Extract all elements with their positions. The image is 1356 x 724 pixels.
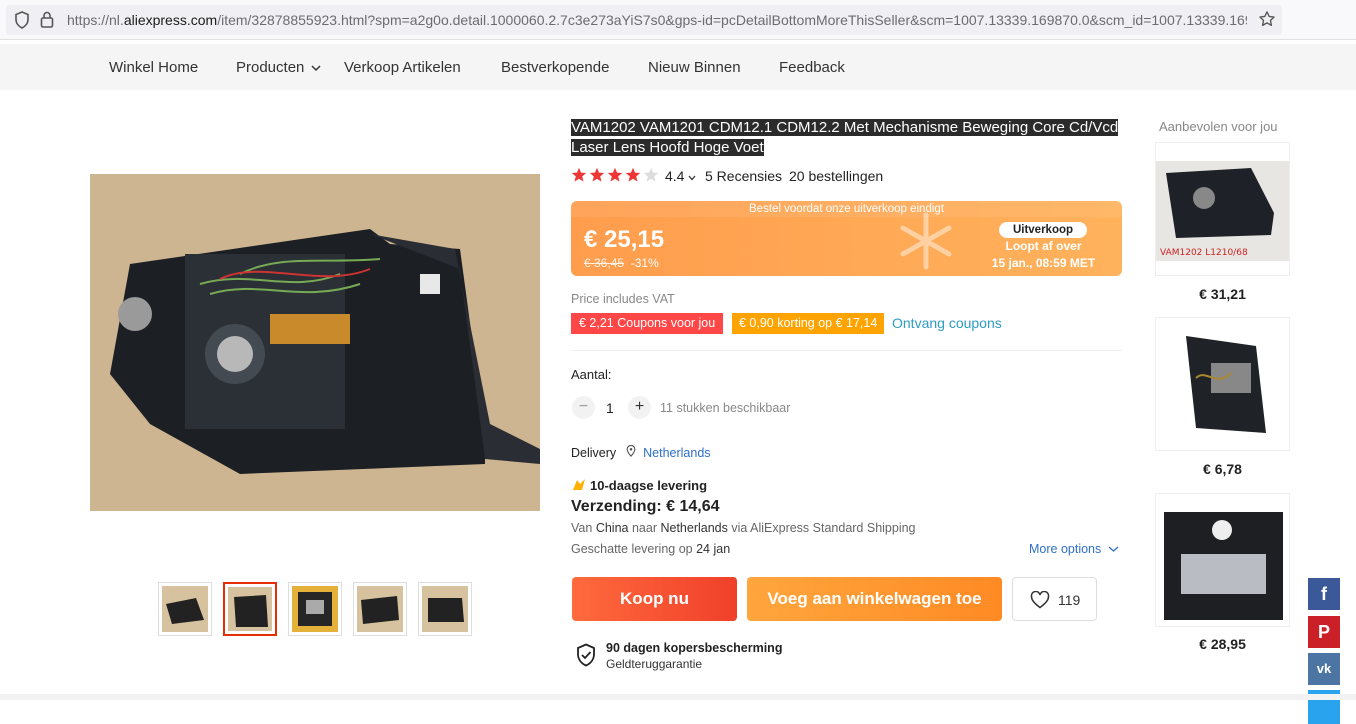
quantity-decrease-button[interactable]: − bbox=[572, 396, 595, 419]
heart-icon bbox=[1030, 590, 1050, 612]
nav-bestverkopende[interactable]: Bestverkopende bbox=[501, 59, 609, 76]
buy-now-button[interactable]: Koop nu bbox=[572, 577, 737, 621]
wishlist-button[interactable]: 119 bbox=[1012, 577, 1097, 621]
nav-verkoop-artikelen[interactable]: Verkoop Artikelen bbox=[344, 59, 461, 76]
add-to-cart-button[interactable]: Voeg aan winkelwagen toe bbox=[747, 577, 1002, 621]
old-price-value: € 36,45 bbox=[584, 256, 625, 270]
url-text[interactable]: https://nl.aliexpress.com/item/328788559… bbox=[67, 12, 1247, 28]
current-price: € 25,15 bbox=[584, 226, 665, 253]
more-options-link[interactable]: More options bbox=[1029, 542, 1119, 556]
recommendation-card[interactable] bbox=[1155, 493, 1290, 627]
lock-icon[interactable] bbox=[40, 11, 54, 33]
recommendation-card[interactable] bbox=[1155, 317, 1290, 451]
route-via: via AliExpress Standard Shipping bbox=[731, 521, 916, 535]
rating-number: 4.4 bbox=[665, 168, 685, 184]
route-from: China bbox=[595, 521, 629, 535]
quantity-label: Aantal: bbox=[571, 367, 612, 382]
nav-winkel-home[interactable]: Winkel Home bbox=[109, 59, 198, 76]
product-title: VAM1202 VAM1201 CDM12.1 CDM12.2 Met Mech… bbox=[571, 118, 1121, 158]
sale-banner: Bestel voordat onze uitverkoop eindigt bbox=[571, 201, 1122, 217]
snowflake-icon bbox=[896, 211, 956, 276]
recommendations-title: Aanbevolen voor jou bbox=[1159, 119, 1278, 134]
shield-icon[interactable] bbox=[14, 11, 30, 34]
product-main-image[interactable] bbox=[90, 174, 540, 511]
rating-stars[interactable] bbox=[571, 167, 661, 186]
recommendation-card[interactable]: VAM1202 L1210/68 bbox=[1155, 142, 1290, 276]
quantity-available: 11 stukken beschikbaar bbox=[660, 401, 791, 415]
store-nav: Winkel Home Producten Verkoop Artikelen … bbox=[0, 44, 1356, 90]
chevron-down-icon bbox=[1108, 546, 1119, 552]
browser-url-bar: https://nl.aliexpress.com/item/328788559… bbox=[0, 0, 1356, 40]
sale-ends-label: Loopt af over bbox=[1005, 239, 1082, 253]
location-pin-icon bbox=[626, 444, 636, 457]
route-naar: naar bbox=[631, 521, 657, 535]
get-coupons-link[interactable]: Ontvang coupons bbox=[892, 315, 1002, 331]
buyer-protection-title: 90 dagen kopersbescherming bbox=[606, 641, 783, 655]
quantity-increase-button[interactable]: + bbox=[628, 396, 651, 419]
bookmark-star-icon[interactable] bbox=[1258, 10, 1276, 33]
recommendation-price: € 31,21 bbox=[1199, 286, 1246, 302]
divider bbox=[571, 350, 1122, 351]
page-bottom-divider bbox=[0, 694, 1356, 700]
chevron-down-icon bbox=[688, 175, 696, 181]
delivery-row: Delivery Netherlands bbox=[571, 444, 711, 460]
route-to: Netherlands bbox=[660, 521, 728, 535]
eta-date: 24 jan bbox=[696, 542, 731, 556]
thumbnail[interactable] bbox=[418, 582, 472, 636]
shipping-route: Van China naar Netherlands via AliExpres… bbox=[571, 521, 916, 535]
sale-pill: Uitverkoop bbox=[999, 222, 1087, 238]
nav-nieuw-binnen[interactable]: Nieuw Binnen bbox=[648, 59, 741, 76]
fast-delivery-icon bbox=[573, 479, 585, 490]
rating-value[interactable]: 4.4 bbox=[665, 168, 696, 184]
old-price: € 36,45 -31% bbox=[584, 256, 659, 270]
nav-producten-label: Producten bbox=[236, 59, 305, 76]
reviews-link[interactable]: 5 Recensies bbox=[705, 168, 782, 184]
recommendation-caption: VAM1202 L1210/68 bbox=[1160, 248, 1248, 258]
url-domain: aliexpress.com bbox=[123, 12, 218, 28]
quantity-value[interactable]: 1 bbox=[606, 400, 614, 416]
more-options-label: More options bbox=[1029, 542, 1102, 556]
route-van: Van bbox=[571, 521, 593, 535]
buyer-protection-subtitle: Geldteruggarantie bbox=[606, 657, 703, 671]
pinterest-icon[interactable]: P bbox=[1308, 616, 1340, 648]
thumbnail[interactable] bbox=[353, 582, 407, 636]
fast-delivery: 10-daagse levering bbox=[571, 478, 707, 493]
url-rest: /item/32878855923.html?spm=a2g0o.detail.… bbox=[217, 12, 1247, 28]
discount-percent: -31% bbox=[630, 256, 659, 270]
shipping-cost: Verzending: € 14,64 bbox=[571, 498, 720, 515]
discount-badge[interactable]: € 0,90 korting op € 17,14 bbox=[732, 313, 885, 334]
facebook-icon[interactable]: f bbox=[1308, 578, 1340, 610]
recommendation-price: € 28,95 bbox=[1199, 636, 1246, 652]
thumbnail-active[interactable] bbox=[223, 582, 277, 636]
orders-count: 20 bestellingen bbox=[789, 168, 884, 184]
shield-check-icon bbox=[576, 643, 596, 672]
thumbnail[interactable] bbox=[158, 582, 212, 636]
sale-ends-date: 15 jan., 08:59 MET bbox=[991, 256, 1096, 270]
estimated-delivery: Geschatte levering op 24 jan bbox=[571, 542, 730, 556]
nav-producten[interactable]: Producten bbox=[236, 59, 321, 76]
vk-icon[interactable]: vk bbox=[1308, 653, 1340, 685]
coupon-badge[interactable]: € 2,21 Coupons voor jou bbox=[571, 313, 724, 334]
nav-feedback[interactable]: Feedback bbox=[779, 59, 845, 76]
delivery-label: Delivery bbox=[571, 446, 617, 460]
price-box: Bestel voordat onze uitverkoop eindigt €… bbox=[571, 201, 1122, 276]
vat-note: Price includes VAT bbox=[571, 292, 675, 306]
chevron-down-icon bbox=[311, 65, 321, 72]
eta-label: Geschatte levering op bbox=[571, 542, 693, 556]
recommendation-price: € 6,78 bbox=[1203, 461, 1242, 477]
fast-delivery-text: 10-daagse levering bbox=[590, 478, 708, 493]
thumbnail[interactable] bbox=[288, 582, 342, 636]
url-prefix: https://nl. bbox=[67, 12, 124, 28]
wishlist-count: 119 bbox=[1058, 592, 1081, 608]
product-title-text: VAM1202 VAM1201 CDM12.1 CDM12.2 Met Mech… bbox=[571, 119, 1119, 156]
delivery-location-link[interactable]: Netherlands bbox=[643, 446, 710, 460]
